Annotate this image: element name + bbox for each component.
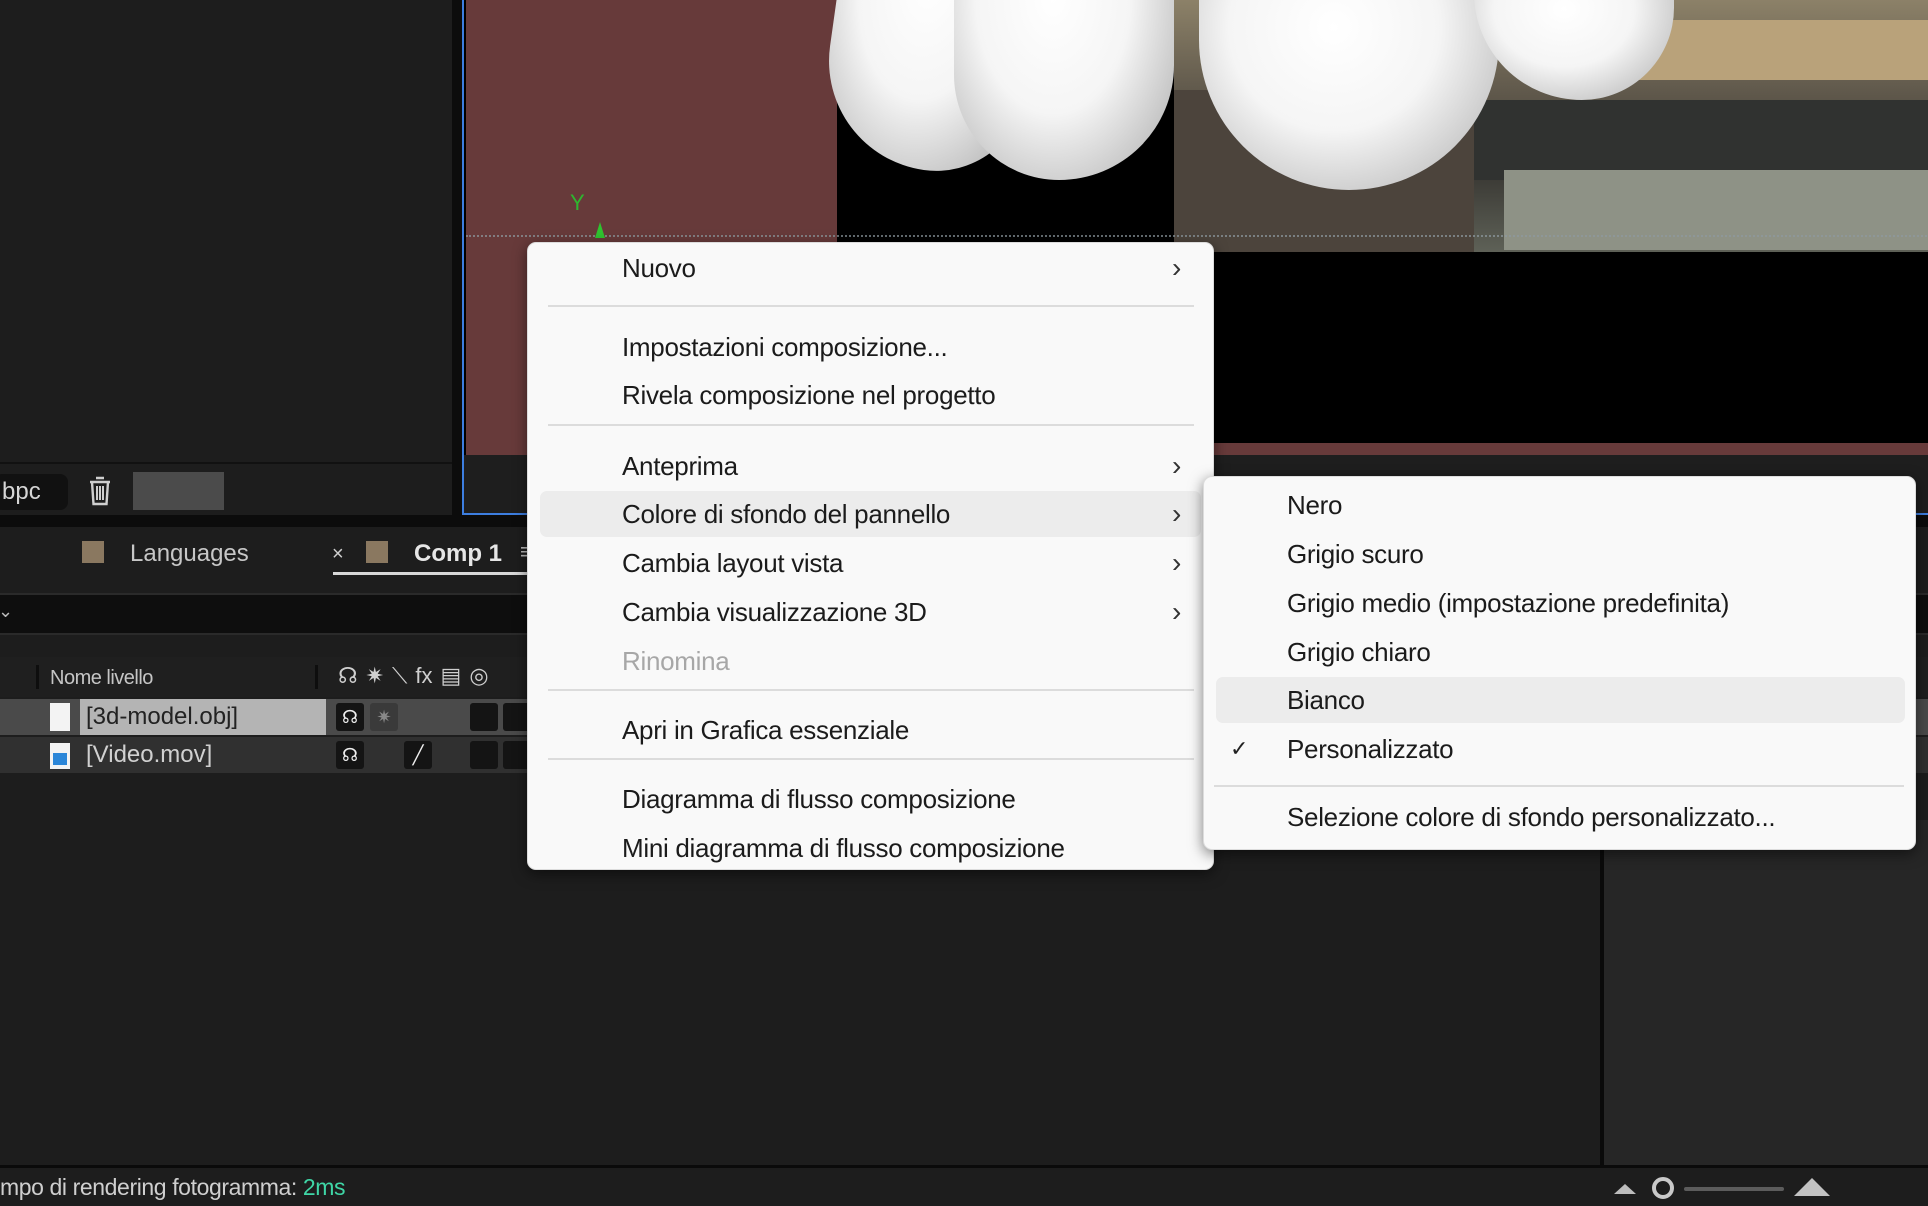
status-bar: mpo di rendering fotogramma: 2ms	[0, 1165, 1928, 1206]
menu-separator	[548, 689, 1194, 691]
panel-divider[interactable]	[452, 0, 462, 520]
menu-item-label: Colore di sfondo del pannello	[622, 499, 951, 529]
timeline-graph-area[interactable]	[1604, 820, 1928, 1165]
submenu-item-label: Nero	[1287, 490, 1343, 520]
submenu-item-selezione-colore[interactable]: Selezione colore di sfondo personalizzat…	[1216, 794, 1905, 840]
submenu-item-label: Grigio medio (impostazione predefinita)	[1287, 588, 1730, 618]
chevron-down-icon[interactable]: ⌄	[0, 601, 13, 622]
render-time-value: 2ms	[302, 1174, 346, 1200]
menu-separator	[1214, 785, 1904, 787]
context-menu: Nuovo › Impostazioni composizione... Rive…	[527, 242, 1214, 870]
zoom-slider-track[interactable]	[1684, 1187, 1784, 1191]
column-divider[interactable]	[36, 665, 39, 689]
shy-icon[interactable]: ☊	[338, 663, 358, 689]
guide-line	[466, 235, 1928, 237]
roof-shape	[1474, 100, 1928, 180]
bit-depth-button[interactable]: bpc	[0, 474, 68, 510]
collapse-icon[interactable]: ✷	[366, 663, 384, 689]
menu-item-cambia-layout[interactable]: Cambia layout vista ›	[540, 540, 1201, 586]
submenu-item-label: Grigio chiaro	[1287, 637, 1431, 667]
tab-label: Comp 1	[414, 540, 503, 567]
submenu-item-bianco[interactable]: Bianco	[1216, 677, 1905, 723]
timeline-zoom-control	[1614, 1176, 1834, 1202]
collapse-switch-icon[interactable]: ✷	[370, 703, 398, 731]
submenu-item-grigio-chiaro[interactable]: Grigio chiaro	[1216, 629, 1905, 675]
project-panel: bpc	[0, 0, 452, 512]
video-file-icon	[50, 743, 70, 769]
menu-item-anteprima[interactable]: Anteprima ›	[540, 443, 1201, 489]
tab-label: Languages	[130, 540, 249, 567]
chevron-right-icon: ›	[1171, 450, 1181, 481]
frame-blend-icon[interactable]: ▤	[441, 663, 462, 689]
submenu-item-label: Personalizzato	[1287, 734, 1454, 764]
menu-item-rivela-composizione[interactable]: Rivela composizione nel progetto	[540, 372, 1201, 418]
shy-switch-icon[interactable]: ☊	[336, 703, 364, 731]
trash-icon[interactable]	[88, 476, 112, 506]
menu-item-cambia-3d[interactable]: Cambia visualizzazione 3D ›	[540, 589, 1201, 635]
menu-item-label: Rivela composizione nel progetto	[622, 380, 996, 410]
menu-item-label: Impostazioni composizione...	[622, 332, 948, 362]
zoom-out-icon[interactable]	[1614, 1184, 1636, 1194]
column-divider[interactable]	[315, 665, 318, 689]
menu-item-grafica-essenziale[interactable]: Apri in Grafica essenziale	[540, 707, 1201, 753]
menu-item-label: Apri in Grafica essenziale	[622, 715, 909, 745]
active-tab-indicator	[333, 572, 553, 575]
menu-separator	[548, 305, 1194, 307]
menu-item-nuovo[interactable]: Nuovo ›	[540, 245, 1201, 291]
layer-switch[interactable]	[470, 741, 498, 769]
submenu-item-label: Bianco	[1287, 685, 1365, 715]
chevron-right-icon: ›	[1171, 498, 1181, 529]
menu-item-label: Diagramma di flusso composizione	[622, 784, 1016, 814]
menu-item-rinomina: Rinomina	[540, 638, 1201, 684]
tab-comp-1[interactable]: Comp 1	[366, 537, 502, 571]
quality-icon[interactable]: ⟍	[392, 663, 407, 689]
zoom-slider-handle[interactable]	[1652, 1177, 1674, 1199]
quality-switch-icon[interactable]: ╱	[404, 741, 432, 769]
motion-blur-icon[interactable]: ◎	[469, 663, 488, 689]
submenu-item-label: Grigio scuro	[1287, 539, 1424, 569]
submenu-item-nero[interactable]: Nero	[1216, 482, 1905, 528]
y-axis-gizmo-icon[interactable]	[595, 222, 605, 238]
layer-name-header[interactable]: Nome livello	[50, 667, 153, 690]
color-swatch[interactable]	[133, 472, 224, 510]
submenu-item-grigio-medio[interactable]: Grigio medio (impostazione predefinita)	[1216, 580, 1905, 626]
effects-icon[interactable]: fx	[415, 663, 432, 689]
menu-item-label: Cambia visualizzazione 3D	[622, 597, 927, 627]
file-icon	[50, 703, 70, 731]
project-panel-footer: bpc	[0, 462, 452, 512]
menu-separator	[548, 424, 1194, 426]
menu-item-mini-diagramma-flusso[interactable]: Mini diagramma di flusso composizione	[540, 825, 1201, 871]
chevron-right-icon: ›	[1171, 252, 1181, 283]
comp-color-icon	[82, 541, 104, 563]
menu-item-colore-sfondo[interactable]: Colore di sfondo del pannello ›	[540, 491, 1201, 537]
layer-name[interactable]: [Video.mov]	[80, 737, 212, 773]
wall-shape	[1504, 170, 1928, 250]
render-time-readout: mpo di rendering fotogramma: 2ms	[0, 1174, 346, 1201]
tab-languages[interactable]: Languages	[82, 537, 249, 571]
chevron-right-icon: ›	[1171, 547, 1181, 578]
menu-item-label: Mini diagramma di flusso composizione	[622, 833, 1065, 863]
submenu-item-label: Selezione colore di sfondo personalizzat…	[1287, 802, 1776, 832]
menu-item-label: Cambia layout vista	[622, 548, 844, 578]
y-axis-label: Y	[570, 190, 585, 215]
layer-switch[interactable]	[470, 703, 498, 731]
menu-item-diagramma-flusso[interactable]: Diagramma di flusso composizione	[540, 776, 1201, 822]
comp-color-icon	[366, 541, 388, 563]
submenu-item-personalizzato[interactable]: ✓ Personalizzato	[1216, 726, 1905, 772]
chevron-right-icon: ›	[1171, 596, 1181, 627]
zoom-in-icon[interactable]	[1794, 1178, 1830, 1196]
background-color-submenu: Nero Grigio scuro Grigio medio (impostaz…	[1203, 476, 1916, 850]
render-time-label: mpo di rendering fotogramma:	[0, 1174, 297, 1200]
checkmark-icon: ✓	[1230, 736, 1249, 761]
menu-item-impostazioni-composizione[interactable]: Impostazioni composizione...	[540, 324, 1201, 370]
menu-item-label: Nuovo	[622, 253, 696, 283]
menu-separator	[548, 758, 1194, 760]
shy-switch-icon[interactable]: ☊	[336, 741, 364, 769]
menu-item-label: Anteprima	[622, 451, 738, 481]
switch-icons: ☊ ✷ ⟍ fx ▤ ◎	[338, 663, 489, 689]
close-icon[interactable]: ×	[332, 543, 344, 566]
layer-name[interactable]: [3d-model.obj]	[80, 699, 326, 735]
menu-item-label: Rinomina	[622, 646, 730, 676]
submenu-item-grigio-scuro[interactable]: Grigio scuro	[1216, 531, 1905, 577]
